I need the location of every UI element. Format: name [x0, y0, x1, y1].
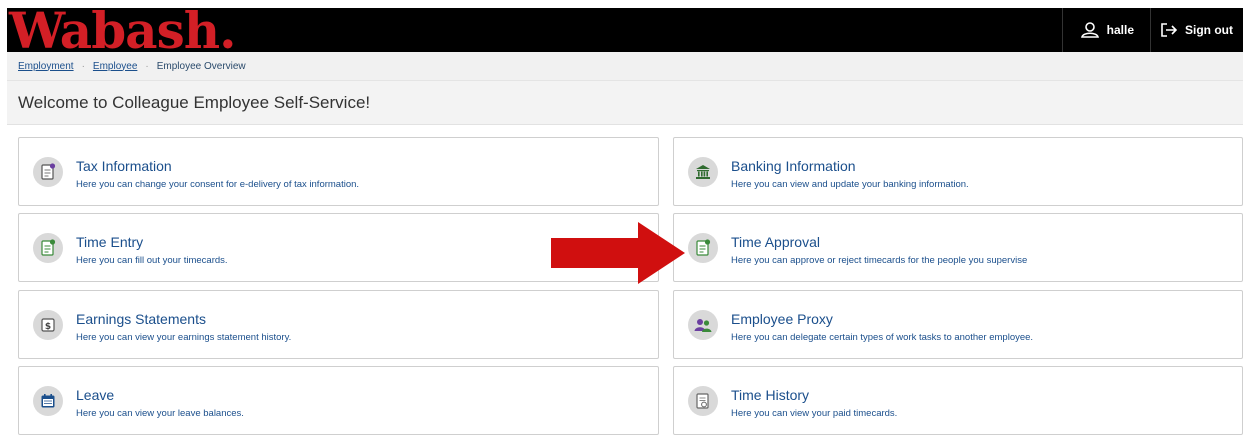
logo-text: Wabash. — [8, 4, 235, 56]
breadcrumb-current: Employee Overview — [156, 60, 246, 72]
history-icon — [688, 386, 718, 416]
dollar-icon: $ — [33, 310, 63, 340]
card-title: Time Approval — [731, 234, 820, 250]
card-description: Here you can view your paid timecards. — [731, 408, 898, 419]
tax-document-icon — [33, 157, 63, 187]
user-name: halle — [1106, 23, 1134, 37]
card-title: Time History — [731, 387, 810, 403]
timecard-approve-icon — [688, 233, 718, 263]
card-description: Here you can change your consent for e-d… — [76, 179, 360, 190]
card-title: Banking Information — [731, 158, 856, 174]
card-title: Earnings Statements — [76, 311, 206, 327]
breadcrumb-employment[interactable]: Employment — [18, 61, 74, 72]
card-time-approval[interactable]: Time Approval Here you can approve or re… — [673, 213, 1243, 282]
calendar-icon — [33, 386, 63, 416]
card-description: Here you can view and update your bankin… — [731, 179, 969, 190]
top-bar: Wabash. halle Sign out — [7, 4, 1243, 56]
breadcrumb-separator: · — [145, 60, 149, 72]
breadcrumb-separator: · — [81, 60, 85, 72]
header-actions: halle Sign out — [1061, 8, 1243, 52]
timecard-icon — [33, 233, 63, 263]
card-time-history[interactable]: Time History Here you can view your paid… — [673, 366, 1243, 435]
card-title: Leave — [76, 387, 115, 403]
sign-out-icon — [1161, 23, 1177, 37]
card-title: Tax Information — [76, 158, 172, 174]
card-employee-proxy[interactable]: Employee Proxy Here you can delegate cer… — [673, 290, 1243, 359]
user-icon — [1080, 22, 1099, 38]
card-tax-information[interactable]: Tax Information Here you can change your… — [18, 137, 659, 206]
breadcrumb-employee[interactable]: Employee — [93, 61, 137, 72]
card-description: Here you can view your leave balances. — [76, 408, 244, 419]
red-arrow-annotation — [551, 222, 687, 289]
svg-text:$: $ — [45, 322, 51, 332]
card-description: Here you can fill out your timecards. — [76, 255, 228, 266]
page-title: Welcome to Colleague Employee Self-Servi… — [7, 81, 1243, 125]
bank-icon — [688, 157, 718, 187]
card-description: Here you can approve or reject timecards… — [731, 255, 1028, 266]
card-leave[interactable]: Leave Here you can view your leave balan… — [18, 366, 659, 435]
people-icon — [688, 310, 718, 340]
user-menu-button[interactable]: halle — [1061, 8, 1150, 52]
sign-out-label: Sign out — [1185, 23, 1233, 37]
card-earnings-statements[interactable]: $ Earnings Statements Here you can view … — [18, 290, 659, 359]
card-banking-information[interactable]: Banking Information Here you can view an… — [673, 137, 1243, 206]
card-description: Here you can delegate certain types of w… — [731, 332, 1034, 343]
card-title: Employee Proxy — [731, 311, 833, 327]
wabash-logo[interactable]: Wabash. — [7, 4, 297, 56]
breadcrumb: Employment · Employee · Employee Overvie… — [7, 52, 1243, 81]
card-title: Time Entry — [76, 234, 144, 250]
card-description: Here you can view your earnings statemen… — [76, 332, 292, 343]
sign-out-button[interactable]: Sign out — [1150, 8, 1243, 52]
